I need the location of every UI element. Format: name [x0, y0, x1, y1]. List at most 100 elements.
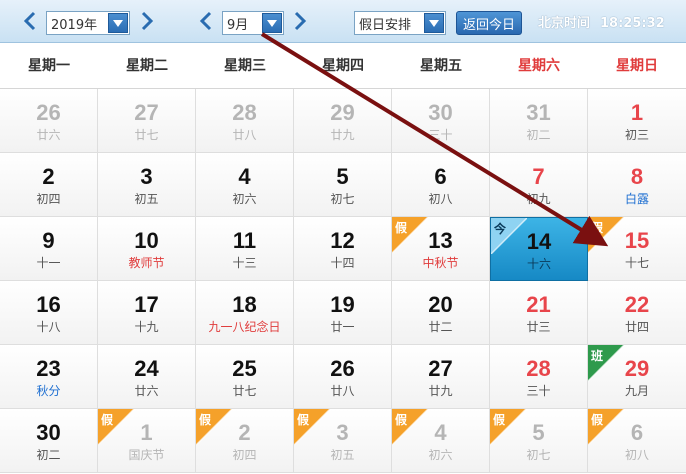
prev-month-chevron-left-icon[interactable] — [196, 9, 216, 33]
weekday-label: 星期四 — [322, 58, 364, 74]
calendar-week-row: 26 廿六 27 廿七 28 廿八 29 廿九 30 三十 31 初二 1 初三 — [0, 89, 686, 153]
weekday-label: 星期六 — [518, 58, 560, 74]
lunar-date: 九一八纪念日 — [208, 320, 281, 334]
calendar-day-cell[interactable]: 12 十四 — [294, 217, 392, 281]
day-number: 22 — [624, 292, 650, 317]
back-to-today-button[interactable]: 返回今日 — [456, 11, 522, 35]
day-number: 21 — [526, 292, 551, 317]
calendar-day-cell[interactable]: 25 廿七 — [196, 345, 294, 409]
calendar-day-cell[interactable]: 假 2 初四 — [196, 409, 294, 473]
lunar-date: 初二 — [36, 448, 61, 462]
lunar-date: 初六 — [428, 448, 453, 462]
year-select[interactable]: 2019年 — [46, 11, 130, 35]
calendar-day-cell[interactable]: 5 初七 — [294, 153, 392, 217]
calendar-day-cell[interactable]: 假 6 初八 — [588, 409, 686, 473]
day-number: 27 — [134, 100, 159, 125]
calendar-day-cell[interactable]: 22 廿四 — [588, 281, 686, 345]
lunar-date: 十一 — [36, 256, 61, 270]
calendar-day-cell[interactable]: 26 廿八 — [294, 345, 392, 409]
calendar-day-cell[interactable]: 28 廿八 — [196, 89, 294, 153]
calendar-week-row: 30 初二 假 1 国庆节假 2 初四假 3 初五假 4 初六假 5 初七假 6 初八 — [0, 409, 686, 473]
day-number: 27 — [428, 356, 453, 381]
calendar-day-cell[interactable]: 19 廿一 — [294, 281, 392, 345]
month-select[interactable]: 9月 — [222, 11, 284, 35]
lunar-date: 初七 — [526, 448, 551, 462]
day-number: 3 — [140, 164, 153, 189]
day-number: 4 — [238, 164, 251, 189]
next-year-chevron-right-icon[interactable] — [137, 9, 157, 33]
badge-text: 班 — [591, 349, 604, 363]
calendar-day-cell[interactable]: 9 十一 — [0, 217, 98, 281]
day-number: 25 — [232, 356, 257, 381]
lunar-date: 廿六 — [36, 128, 61, 142]
day-number: 5 — [336, 164, 349, 189]
holiday-select[interactable]: 假日安排 — [354, 11, 446, 35]
lunar-date: 初五 — [330, 448, 355, 462]
calendar-day-cell[interactable]: 29 廿九 — [294, 89, 392, 153]
badge-text: 假 — [591, 221, 604, 235]
badge-text: 假 — [297, 413, 310, 427]
calendar-day-cell[interactable]: 26 廿六 — [0, 89, 98, 153]
calendar-day-cell[interactable]: 10 教师节 — [98, 217, 196, 281]
badge-text: 假 — [591, 413, 604, 427]
calendar-week-row: 9 十一 10 教师节 11 十三 12 十四 假 13 中秋节今 14 十六假 15 十七 — [0, 217, 686, 281]
calendar-day-cell[interactable]: 20 廿二 — [392, 281, 490, 345]
day-number: 7 — [532, 164, 545, 189]
day-number: 30 — [428, 100, 453, 125]
day-number: 28 — [232, 100, 257, 125]
calendar-day-cell[interactable]: 27 廿九 — [392, 345, 490, 409]
chevron-down-icon[interactable] — [262, 13, 282, 33]
calendar-week-row: 2 初四 3 初五 4 初六 5 初七 6 初八 7 初九 8 白露 — [0, 153, 686, 217]
calendar-toolbar: 2019年 9月 假日安排 返回今日 北京时间 18:25:32 — [0, 0, 686, 43]
calendar-day-cell[interactable]: 假 3 初五 — [294, 409, 392, 473]
lunar-date: 十六 — [526, 257, 551, 271]
calendar-day-cell[interactable]: 27 廿七 — [98, 89, 196, 153]
lunar-date: 十九 — [134, 320, 159, 334]
calendar-day-cell[interactable]: 6 初八 — [392, 153, 490, 217]
day-number: 16 — [36, 292, 61, 317]
lunar-date: 廿七 — [134, 128, 159, 142]
clock-label: 北京时间 — [538, 16, 591, 31]
next-month-chevron-right-icon[interactable] — [290, 9, 310, 33]
calendar-day-cell[interactable]: 假 13 中秋节 — [392, 217, 490, 281]
calendar-day-cell-today[interactable]: 今 14 十六 — [490, 217, 588, 281]
calendar-day-cell[interactable]: 28 三十 — [490, 345, 588, 409]
lunar-date: 廿二 — [428, 320, 453, 334]
calendar-day-cell[interactable]: 16 十八 — [0, 281, 98, 345]
day-number: 23 — [36, 356, 61, 381]
badge-text: 假 — [199, 413, 212, 427]
calendar-day-cell[interactable]: 3 初五 — [98, 153, 196, 217]
calendar-day-cell[interactable]: 18 九一八纪念日 — [196, 281, 294, 345]
day-number: 20 — [428, 292, 453, 317]
calendar-day-cell[interactable]: 假 1 国庆节 — [98, 409, 196, 473]
calendar-day-cell[interactable]: 31 初二 — [490, 89, 588, 153]
calendar-day-cell[interactable]: 假 5 初七 — [490, 409, 588, 473]
chevron-down-icon[interactable] — [108, 13, 128, 33]
calendar-day-cell[interactable]: 2 初四 — [0, 153, 98, 217]
calendar-day-cell[interactable]: 假 4 初六 — [392, 409, 490, 473]
calendar-day-cell[interactable]: 23 秋分 — [0, 345, 98, 409]
chevron-down-icon[interactable] — [424, 13, 444, 33]
calendar-day-cell[interactable]: 7 初九 — [490, 153, 588, 217]
calendar-day-cell[interactable]: 30 三十 — [392, 89, 490, 153]
day-number: 19 — [330, 292, 355, 317]
lunar-date: 廿八 — [330, 384, 355, 398]
calendar-day-cell[interactable]: 假 15 十七 — [588, 217, 686, 281]
weekday-label: 星期三 — [224, 58, 266, 74]
year-select-value: 2019年 — [51, 17, 98, 33]
lunar-date: 初四 — [36, 192, 61, 206]
calendar-day-cell[interactable]: 8 白露 — [588, 153, 686, 217]
calendar-day-cell[interactable]: 17 十九 — [98, 281, 196, 345]
calendar-day-cell[interactable]: 班 29 九月 — [588, 345, 686, 409]
day-number: 31 — [526, 100, 551, 125]
calendar-day-cell[interactable]: 21 廿三 — [490, 281, 588, 345]
calendar-day-cell[interactable]: 11 十三 — [196, 217, 294, 281]
calendar-day-cell[interactable]: 30 初二 — [0, 409, 98, 473]
lunar-date: 九月 — [624, 384, 649, 398]
lunar-date: 初八 — [428, 192, 453, 206]
calendar-day-cell[interactable]: 1 初三 — [588, 89, 686, 153]
calendar-day-cell[interactable]: 4 初六 — [196, 153, 294, 217]
prev-year-chevron-left-icon[interactable] — [20, 9, 40, 33]
lunar-date: 初七 — [330, 192, 355, 206]
calendar-day-cell[interactable]: 24 廿六 — [98, 345, 196, 409]
